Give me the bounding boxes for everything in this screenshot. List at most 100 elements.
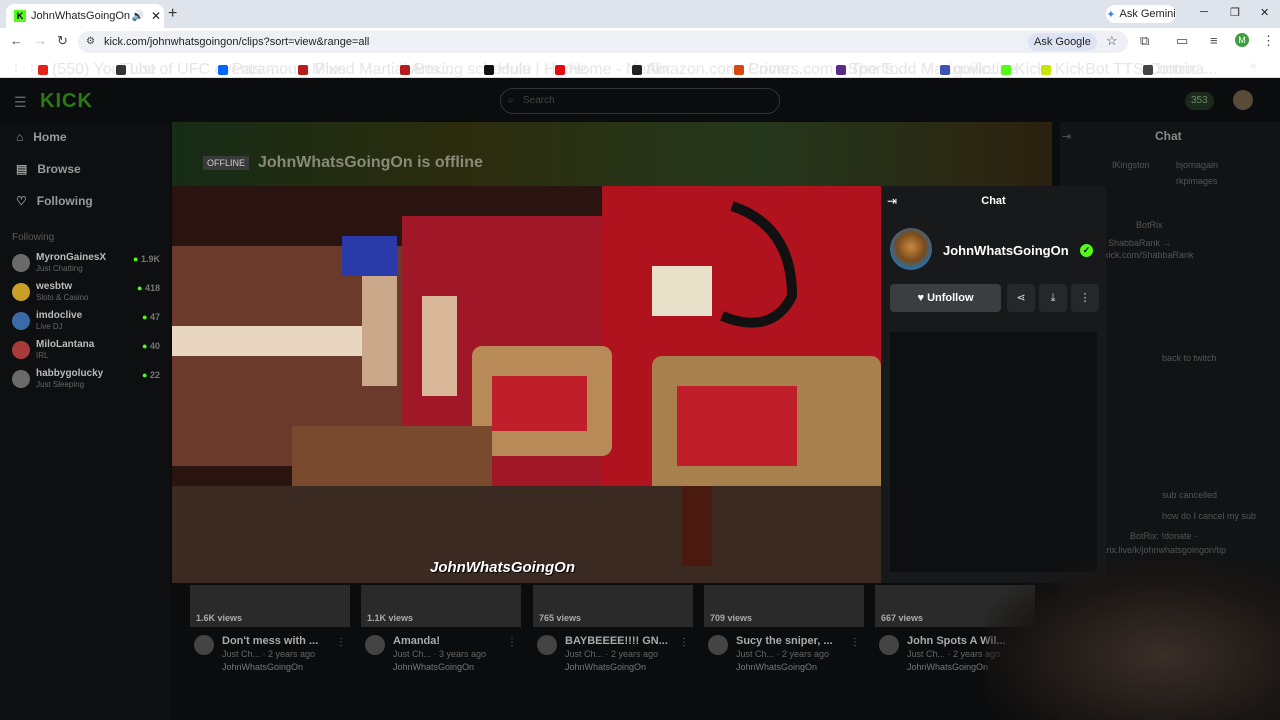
back-icon[interactable]: ← <box>10 33 23 48</box>
address-bar[interactable]: kick.com/johnwhatsgoingon/clips?sort=vie… <box>78 31 1128 53</box>
home-icon: ⌂ <box>16 130 24 144</box>
clip-channel-name[interactable]: JohnWhatsGoingOn <box>907 662 988 672</box>
following-channel[interactable]: MyronGainesX Just Chatting ● 1.9K <box>12 250 162 278</box>
menu-icon[interactable]: ⋮ <box>1262 33 1275 49</box>
channel-name: habbygolucky <box>36 368 104 379</box>
bookmark-favicon-icon <box>555 65 565 75</box>
clip-meta: Just Ch... · 2 years ago <box>565 649 659 659</box>
chat-message-text: BotRix: !donate - <box>1130 531 1198 541</box>
sidebar <box>0 122 170 720</box>
bookmark-star-icon[interactable]: ☆ <box>1106 33 1118 49</box>
clip-channel-name[interactable]: JohnWhatsGoingOn <box>393 662 474 672</box>
live-dot-icon: ● <box>142 312 150 322</box>
more-options-icon[interactable]: ⋮ <box>1071 284 1099 312</box>
clip-card[interactable]: 1.6K views Don't mess with ... Just Ch... … <box>190 585 350 680</box>
following-channel[interactable]: MiloLantana IRL ● 40 <box>12 337 162 365</box>
bookmark-favicon-icon <box>836 65 846 75</box>
clip-title[interactable]: Sucy the sniper, ... <box>736 635 833 647</box>
popup-title: Chat <box>981 195 1006 207</box>
clip-views: 1.6K views <box>196 613 243 623</box>
forward-icon[interactable]: → <box>34 33 47 48</box>
user-avatar[interactable] <box>1233 90 1253 110</box>
unfollow-button[interactable]: ♥ Unfollow <box>890 284 1001 312</box>
channel-category: Live DJ <box>36 322 63 331</box>
channel-name[interactable]: JohnWhatsGoingOn <box>943 243 1069 258</box>
bookmark-favicon-icon <box>940 65 950 75</box>
channel-avatar[interactable] <box>890 228 932 270</box>
channel-name: MyronGainesX <box>36 252 107 263</box>
following-channel[interactable]: imdoclive Live DJ ● 47 <box>12 308 162 336</box>
clip-channel-avatar[interactable] <box>194 635 214 655</box>
clip-channel-avatar[interactable] <box>879 635 899 655</box>
close-tab-icon[interactable]: ✕ <box>148 9 164 23</box>
nav-label: Following <box>36 194 93 208</box>
bookmark-favicon-icon <box>298 65 308 75</box>
search-icon: ⌕ <box>508 95 514 106</box>
clip-channel-name[interactable]: JohnWhatsGoingOn <box>565 662 646 672</box>
search-input[interactable]: Search <box>500 88 780 114</box>
following-channel[interactable]: wesbtw Slots & Casino ● 418 <box>12 279 162 307</box>
bookmark-item[interactable]: Kick <box>1001 61 1045 79</box>
reload-icon[interactable]: ↻ <box>57 33 68 49</box>
maximize-icon[interactable]: ❐ <box>1230 6 1240 19</box>
browser-tab[interactable]: K JohnWhatsGoingOn Clips - 🔊 ✕ <box>6 4 164 28</box>
audio-icon[interactable]: 🔊 <box>132 11 144 22</box>
points-badge[interactable]: 353 <box>1185 92 1214 110</box>
clip-channel-name[interactable]: JohnWhatsGoingOn <box>736 662 817 672</box>
media-icon[interactable]: ≡ <box>1210 33 1218 48</box>
download-icon[interactable]: ⤓ <box>1039 284 1067 312</box>
clip-title[interactable]: BAYBEEEE!!!! GN... <box>565 635 668 647</box>
collapse-chat-icon[interactable]: ⇥ <box>1062 130 1071 143</box>
clip-title[interactable]: Amanda! <box>393 635 440 647</box>
bookmark-favicon-icon <box>1041 65 1051 75</box>
channel-name: imdoclive <box>36 310 83 321</box>
search-placeholder: Search <box>523 95 555 106</box>
bookmark-favicon-icon <box>632 65 642 75</box>
bookmark-favicon-icon <box>484 65 494 75</box>
clip-more-icon[interactable]: ⋮ <box>850 637 860 648</box>
window-close-icon[interactable]: ✕ <box>1260 6 1269 19</box>
clip-video-player[interactable]: JohnWhatsGoingOn <box>172 186 881 583</box>
live-dot-icon: ● <box>137 283 145 293</box>
chat-message-text: back to twitch <box>1162 353 1217 363</box>
clip-card[interactable]: 1.1K views Amanda! Just Ch... · 3 years ag… <box>361 585 521 680</box>
clip-more-icon[interactable]: ⋮ <box>679 637 689 648</box>
url-text: kick.com/johnwhatsgoingon/clips?sort=vie… <box>104 36 370 48</box>
nav-item-following[interactable]: ♡ Following <box>16 194 93 208</box>
minimize-icon[interactable]: ─ <box>1200 6 1208 18</box>
clip-card[interactable]: 765 views BAYBEEEE!!!! GN... Just Ch... · … <box>533 585 693 680</box>
clip-meta: Just Ch... · 2 years ago <box>736 649 830 659</box>
clip-title[interactable]: Don't mess with ... <box>222 635 318 647</box>
clip-more-icon[interactable]: ⋮ <box>507 637 517 648</box>
more-bookmarks-icon[interactable]: » <box>1250 60 1256 72</box>
clip-card[interactable]: 709 views Sucy the sniper, ... Just Ch... … <box>704 585 864 680</box>
cast-icon[interactable]: ▭ <box>1176 33 1188 49</box>
bookmark-item[interactable]: botrix <box>1143 61 1196 79</box>
nav-item-home[interactable]: ⌂ Home <box>16 130 67 144</box>
following-channel[interactable]: habbygolucky Just Sleeping ● 22 <box>12 366 162 394</box>
clip-more-icon[interactable]: ⋮ <box>336 637 346 648</box>
share-icon[interactable]: ⋖ <box>1007 284 1035 312</box>
apps-icon[interactable]: ⋮⋮ <box>8 61 40 81</box>
video-watermark: JohnWhatsGoingOn <box>430 559 575 576</box>
kick-favicon: K <box>14 10 26 22</box>
unfollow-label: Unfollow <box>927 292 974 304</box>
kick-logo[interactable]: KICK <box>40 90 93 113</box>
chat-sidebar-title: Chat <box>1155 129 1182 143</box>
site-info-icon[interactable]: ⚙ <box>86 36 95 47</box>
profile-avatar[interactable]: M <box>1235 33 1249 47</box>
channel-avatar <box>12 312 30 330</box>
viewer-count: ● 47 <box>142 312 160 322</box>
clip-channel-avatar[interactable] <box>537 635 557 655</box>
bookmark-favicon-icon <box>1001 65 1011 75</box>
ask-google-button[interactable]: Ask Google <box>1028 33 1097 51</box>
extensions-icon[interactable]: ⧉ <box>1140 33 1149 49</box>
clip-channel-avatar[interactable] <box>708 635 728 655</box>
nav-item-browse[interactable]: ▤ Browse <box>16 162 81 176</box>
new-tab-icon[interactable]: + <box>168 5 177 23</box>
hamburger-icon[interactable]: ☰ <box>14 94 27 111</box>
viewer-count: ● 22 <box>142 370 160 380</box>
ask-gemini-button[interactable]: ✦ Ask Gemini <box>1106 5 1176 23</box>
clip-channel-avatar[interactable] <box>365 635 385 655</box>
clip-channel-name[interactable]: JohnWhatsGoingOn <box>222 662 303 672</box>
